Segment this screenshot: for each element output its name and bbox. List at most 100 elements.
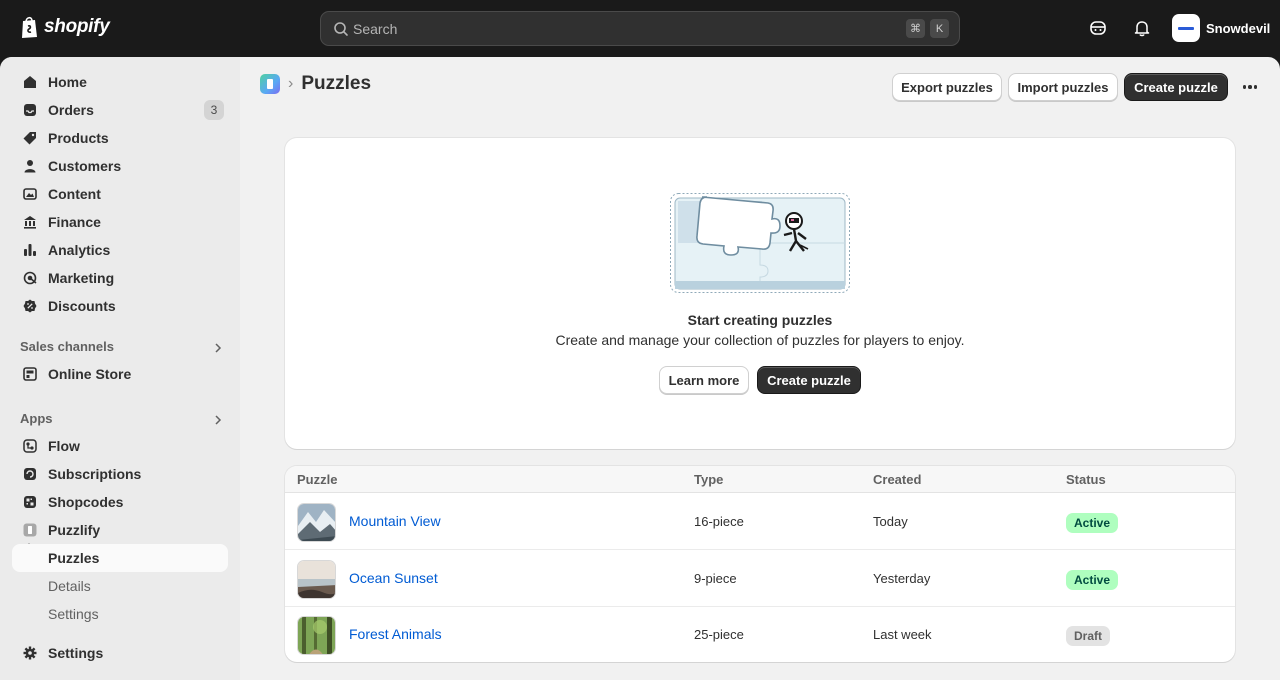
empty-state-description: Create and manage your collection of puz… [555, 332, 965, 348]
sidebar-item-label: Finance [48, 214, 101, 230]
sidebar-item-orders[interactable]: Orders 3 [12, 96, 228, 124]
sidebar-item-label: Home [48, 74, 87, 90]
brand-name: shopify [44, 16, 110, 37]
store-menu[interactable]: Snowdevil [1172, 14, 1270, 42]
sidebar-item-puzzles[interactable]: Puzzles [12, 544, 228, 572]
puzzlify-app-icon[interactable] [260, 74, 280, 94]
sidebar-item-label: Settings [48, 606, 99, 622]
sidebar: Home Orders 3 Products Customers Content… [0, 57, 240, 680]
sidebar-item-label: Online Store [48, 366, 132, 382]
column-header-puzzle[interactable]: Puzzle [297, 472, 337, 487]
sidebar-item-flow[interactable]: Flow [12, 432, 228, 460]
store-avatar [1172, 14, 1200, 42]
shopify-bag-icon [22, 16, 37, 38]
puzzle-illustration [670, 193, 850, 293]
puzzle-created: Last week [873, 627, 932, 642]
import-puzzles-button[interactable]: Import puzzles [1008, 73, 1118, 101]
discount-icon [22, 298, 38, 314]
bar-chart-icon [22, 242, 38, 258]
search-bar[interactable]: ⌘ K [320, 11, 960, 46]
sidebar-item-customers[interactable]: Customers [12, 152, 228, 180]
top-bar: shopify ⌘ K Snowdevil [0, 0, 1280, 57]
ocean-thumbnail [297, 560, 336, 599]
puzzle-type: 16-piece [694, 514, 744, 529]
shopify-logo[interactable]: shopify [20, 15, 110, 39]
sidebar-item-label: Puzzlify [48, 522, 101, 538]
sidebar-item-details[interactable]: Details [12, 572, 228, 600]
sidebar-item-settings[interactable]: Settings [12, 639, 228, 667]
inbox-icon [22, 102, 38, 118]
target-icon [22, 270, 38, 286]
sidebar-item-online-store[interactable]: Online Store [12, 360, 228, 388]
status-badge: Active [1066, 513, 1119, 533]
sales-channels-heading: Sales channels [20, 339, 114, 354]
bell-icon [1134, 21, 1150, 37]
sidebar-item-label: Customers [48, 158, 122, 174]
page-title: Puzzles [301, 73, 372, 94]
sidebar-item-puzzlify-settings[interactable]: Settings [12, 600, 228, 628]
forest-thumbnail [297, 616, 336, 655]
status-badge: Active [1066, 570, 1119, 590]
qr-icon [22, 494, 38, 510]
table-header: Puzzle Type Created Status [285, 466, 1235, 493]
sidebar-item-finance[interactable]: Finance [12, 208, 228, 236]
search-icon [334, 22, 348, 36]
notifications-button[interactable] [1132, 18, 1152, 38]
chevron-right-icon[interactable] [212, 414, 224, 426]
puzzles-table: Puzzle Type Created Status Mountain View… [285, 466, 1235, 662]
sidebar-item-label: Discounts [48, 298, 116, 314]
search-input[interactable] [353, 19, 893, 39]
shortcut-key-k: K [930, 19, 949, 38]
column-header-status[interactable]: Status [1066, 472, 1106, 487]
sidebar-item-label: Products [48, 130, 109, 146]
sidebar-item-label: Orders [48, 102, 94, 118]
sidebar-item-discounts[interactable]: Discounts [12, 292, 228, 320]
sidebar-item-label: Marketing [48, 270, 115, 286]
sidebar-item-content[interactable]: Content [12, 180, 228, 208]
sidebar-item-label: Analytics [48, 242, 111, 258]
sidebar-item-label: Content [48, 186, 101, 202]
sidebar-item-label: Shopcodes [48, 494, 124, 510]
sidebar-item-analytics[interactable]: Analytics [12, 236, 228, 264]
flow-icon [22, 438, 38, 454]
sidebar-item-marketing[interactable]: Marketing [12, 264, 228, 292]
tag-icon [22, 130, 38, 146]
more-actions-button[interactable] [1240, 77, 1260, 97]
empty-state-heading: Start creating puzzles [687, 312, 833, 328]
puzzle-type: 25-piece [694, 627, 744, 642]
person-icon [22, 158, 38, 174]
table-row[interactable]: Forest Animals 25-piece Last week Draft [285, 607, 1235, 662]
empty-state-card: Start creating puzzles Create and manage… [285, 138, 1235, 449]
store-icon [22, 366, 38, 382]
sidebar-item-home[interactable]: Home [12, 68, 228, 96]
sidekick-button[interactable] [1088, 18, 1108, 38]
sidebar-item-products[interactable]: Products [12, 124, 228, 152]
page-header: › Puzzles [260, 73, 371, 95]
sidebar-item-label: Puzzles [48, 550, 100, 566]
export-puzzles-button[interactable]: Export puzzles [892, 73, 1002, 101]
gear-icon [22, 645, 38, 661]
learn-more-button[interactable]: Learn more [659, 366, 749, 394]
table-row[interactable]: Mountain View 16-piece Today Active [285, 494, 1235, 550]
image-icon [22, 186, 38, 202]
sidebar-item-subscriptions[interactable]: Subscriptions [12, 460, 228, 488]
puzzle-name-link[interactable]: Mountain View [349, 513, 441, 529]
mountain-thumbnail [297, 503, 336, 542]
chevron-right-icon[interactable] [212, 342, 224, 354]
admin-shell: Home Orders 3 Products Customers Content… [0, 57, 1280, 680]
sidebar-item-shopcodes[interactable]: Shopcodes [12, 488, 228, 516]
sidebar-item-puzzlify[interactable]: Puzzlify [12, 516, 228, 544]
table-row[interactable]: Ocean Sunset 9-piece Yesterday Active [285, 551, 1235, 607]
puzzle-type: 9-piece [694, 571, 737, 586]
sidebar-item-label: Flow [48, 438, 80, 454]
puzzle-name-link[interactable]: Forest Animals [349, 626, 442, 642]
sidekick-icon [1090, 21, 1106, 35]
puzzle-name-link[interactable]: Ocean Sunset [349, 570, 438, 586]
sidebar-item-label: Details [48, 578, 91, 594]
empty-state-create-puzzle-button[interactable]: Create puzzle [757, 366, 861, 394]
create-puzzle-button[interactable]: Create puzzle [1124, 73, 1228, 101]
column-header-created[interactable]: Created [873, 472, 921, 487]
column-header-type[interactable]: Type [694, 472, 723, 487]
puzzle-created: Yesterday [873, 571, 931, 586]
main-content: › Puzzles Export puzzles Import puzzles … [240, 57, 1280, 680]
